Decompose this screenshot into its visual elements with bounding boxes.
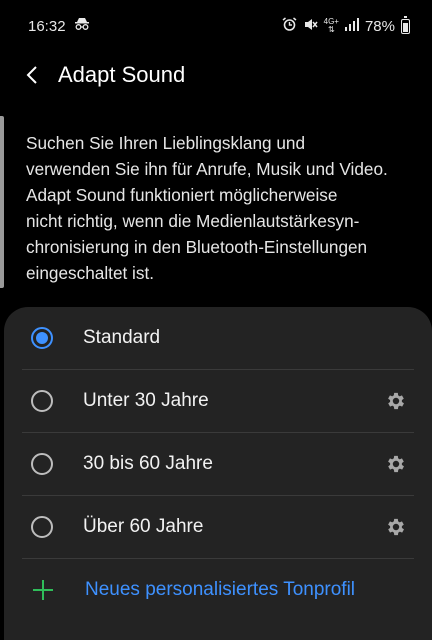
option-label: Unter 30 Jahre [83,390,209,411]
page-title: Adapt Sound [58,62,186,87]
option-label: Standard [83,327,161,348]
app-header: Adapt Sound [0,52,432,98]
options-card: Standard Unter 30 Jahre 30 bis 60 Jahre … [4,307,432,640]
incognito-icon [74,17,90,35]
chevron-left-icon [26,66,37,84]
description-text: Suchen Sie Ihren Lieblingsklang und verw… [26,133,388,283]
status-time: 16:32 [28,17,66,35]
add-profile-button[interactable]: Neues personalisiertes Tonprofil [22,559,414,621]
radio-button[interactable] [31,390,53,412]
option-over-60[interactable]: Über 60 Jahre [22,496,414,559]
option-standard[interactable]: Standard [22,307,414,370]
network-type-icon: 4G+ ⇅ [323,17,339,34]
plus-icon [33,580,53,600]
radio-button[interactable] [31,516,53,538]
gear-icon[interactable] [384,452,408,476]
back-button[interactable] [6,52,60,98]
signal-icon [344,17,359,35]
add-profile-label: Neues personalisiertes Tonprofil [85,579,356,600]
radio-button-selected[interactable] [31,327,53,349]
battery-icon [401,15,410,34]
status-bar: 16:32 4G+ ⇅ 78% [0,0,432,52]
gear-icon[interactable] [384,389,408,413]
option-30-to-60[interactable]: 30 bis 60 Jahre [22,433,414,496]
scroll-indicator[interactable] [0,116,4,288]
option-label: 30 bis 60 Jahre [83,453,213,474]
mute-icon [303,17,318,36]
radio-button[interactable] [31,453,53,475]
battery-percent: 78% [364,17,395,35]
alarm-icon [282,16,297,36]
option-under-30[interactable]: Unter 30 Jahre [22,370,414,433]
option-label: Über 60 Jahre [83,516,204,537]
gear-icon[interactable] [384,515,408,539]
